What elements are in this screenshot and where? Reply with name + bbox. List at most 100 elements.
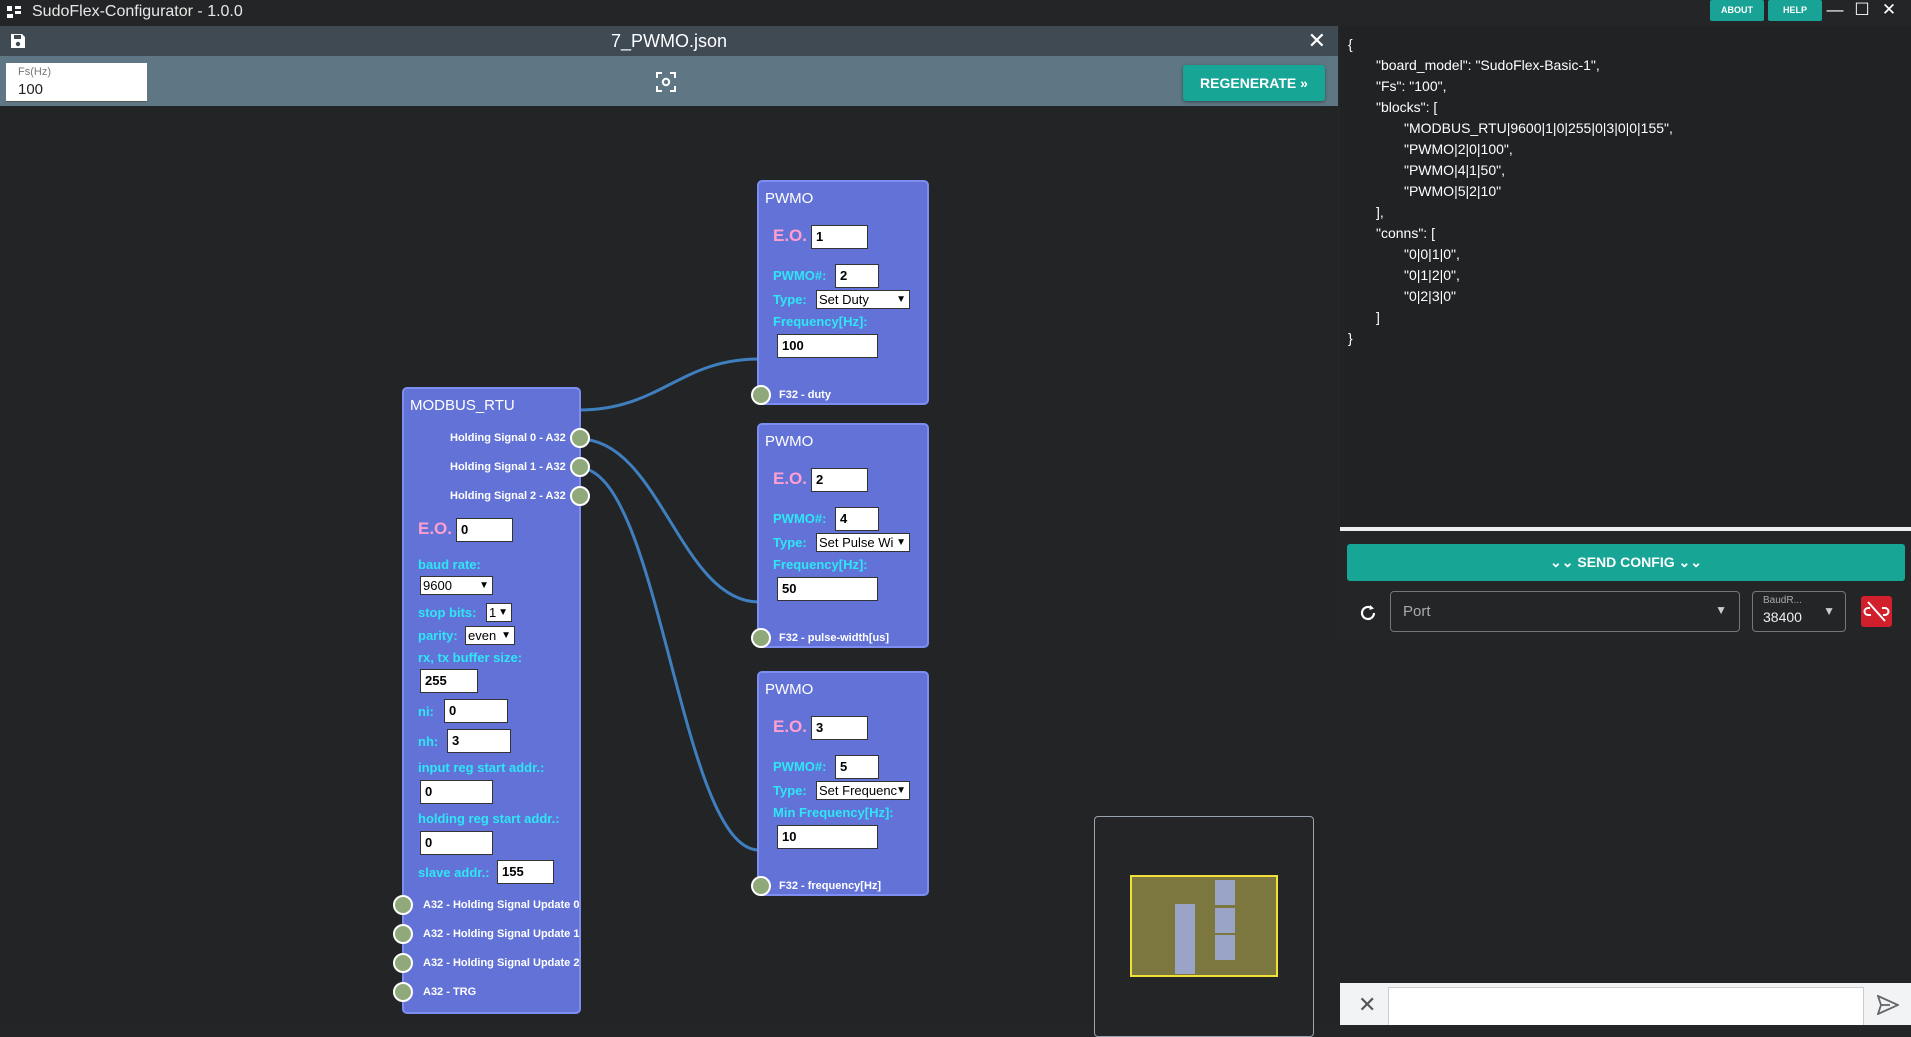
wire-1[interactable]: [578, 437, 760, 604]
type-select[interactable]: Set Duty ▼: [816, 290, 910, 309]
config-panel: { "board_model": "SudoFlex-Basic-1", "Fs…: [1340, 26, 1911, 1025]
json-line: ]: [1376, 309, 1380, 325]
holding-reg-label: holding reg start addr.:: [418, 811, 560, 826]
type-label: Type:: [773, 535, 807, 550]
chevron-down-icon: ▼: [1823, 604, 1835, 618]
refresh-icon[interactable]: [1357, 602, 1379, 624]
json-line: "board_model": "SudoFlex-Basic-1",: [1376, 57, 1600, 73]
json-line: "PWMO|4|1|50",: [1404, 162, 1505, 178]
port-placeholder: Port: [1403, 603, 1431, 620]
fs-field[interactable]: Fs(Hz) 100: [6, 63, 147, 102]
ni-label: ni:: [418, 704, 434, 719]
slave-addr-input[interactable]: 155: [497, 860, 554, 884]
maximize-button[interactable]: ☐: [1849, 0, 1875, 22]
file-bar: 7_PWMO.json ✕: [0, 26, 1338, 56]
input-socket[interactable]: [393, 953, 413, 973]
minimap-node: [1215, 908, 1235, 933]
input-socket[interactable]: [751, 876, 771, 896]
output-port-label: Holding Signal 1 - A32: [450, 461, 566, 473]
minimap-node: [1215, 935, 1235, 960]
output-socket[interactable]: [570, 428, 590, 448]
type-select[interactable]: Set Frequenc ▼: [816, 781, 910, 800]
input-port-label: A32 - Holding Signal Update 1: [423, 928, 580, 940]
buffer-size-input[interactable]: 255: [420, 669, 478, 693]
editor-panel: 7_PWMO.json ✕ Fs(Hz) 100 REGENERATE » MO…: [0, 26, 1338, 1037]
frequency-input[interactable]: 50: [777, 577, 878, 601]
pwmo-node[interactable]: PWMO E.O. 1 PWMO#: 2 Type: Set Duty ▼ Fre…: [751, 180, 929, 405]
eo-label: E.O.: [418, 519, 453, 538]
eo-input[interactable]: 1: [811, 225, 868, 249]
minimap-node: [1175, 904, 1195, 974]
serial-console: [1340, 638, 1911, 983]
eo-input[interactable]: 2: [811, 468, 868, 492]
frequency-label: Frequency[Hz]:: [773, 557, 868, 572]
wire-0[interactable]: [578, 357, 760, 412]
wire-2[interactable]: [578, 466, 760, 852]
pwmo-node[interactable]: PWMO E.O. 2 PWMO#: 4 Type: Set Pulse Wi ▼…: [751, 423, 929, 648]
pwmo-number-input[interactable]: 5: [835, 755, 879, 779]
output-socket[interactable]: [570, 486, 590, 506]
type-select[interactable]: Set Pulse Wi ▼: [816, 533, 910, 552]
panel-divider[interactable]: [1340, 527, 1911, 531]
input-socket[interactable]: [393, 982, 413, 1002]
nh-input[interactable]: 3: [447, 729, 511, 753]
send-config-button[interactable]: ⌄⌄ SEND CONFIG ⌄⌄: [1347, 544, 1905, 581]
baud-rate-select[interactable]: 9600 ▼: [420, 576, 493, 595]
minimap-node: [1215, 880, 1235, 905]
input-socket[interactable]: [393, 924, 413, 944]
input-reg-input[interactable]: 0: [420, 780, 493, 804]
stop-bits-select[interactable]: 1 ▼: [486, 603, 512, 622]
eo-label: E.O.: [773, 469, 808, 488]
input-socket[interactable]: [751, 628, 771, 648]
frequency-input[interactable]: 10: [777, 825, 878, 849]
type-value: Set Duty: [819, 292, 869, 307]
fs-label: Fs(Hz): [18, 66, 51, 78]
eo-input[interactable]: 3: [811, 716, 868, 740]
pwmo-number-label: PWMO#:: [773, 759, 827, 774]
fs-value[interactable]: 100: [18, 81, 43, 98]
pwmo-node[interactable]: PWMO E.O. 3 PWMO#: 5 Type: Set Frequenc ▼…: [751, 671, 929, 896]
parity-select[interactable]: even ▼: [465, 626, 515, 645]
frequency-input[interactable]: 100: [777, 334, 878, 358]
connect-button[interactable]: [1861, 596, 1892, 627]
holding-reg-input[interactable]: 0: [420, 831, 493, 855]
minimap[interactable]: [1094, 816, 1314, 1037]
about-button[interactable]: ABOUT: [1710, 0, 1764, 21]
minimize-button[interactable]: —: [1822, 0, 1848, 22]
minimap-viewport[interactable]: [1130, 875, 1278, 977]
pwmo-number-label: PWMO#:: [773, 268, 827, 283]
output-port-label: Holding Signal 2 - A32: [450, 490, 566, 502]
input-reg-label: input reg start addr.:: [418, 760, 545, 775]
input-socket[interactable]: [751, 385, 771, 405]
json-line: "PWMO|5|2|10": [1404, 183, 1502, 199]
input-port-label: F32 - duty: [779, 389, 831, 401]
eo-input[interactable]: 0: [456, 518, 513, 542]
double-chevron-down-icon: ⌄⌄: [1678, 554, 1702, 570]
regenerate-button[interactable]: REGENERATE »: [1183, 65, 1325, 101]
port-select[interactable]: Port ▼: [1390, 591, 1740, 632]
pwmo-number-input[interactable]: 4: [835, 507, 879, 531]
type-label: Type:: [773, 292, 807, 307]
output-socket[interactable]: [570, 457, 590, 477]
baud-rate-label: baud rate:: [418, 557, 481, 572]
send-icon[interactable]: [1877, 995, 1899, 1015]
modbus-rtu-node[interactable]: MODBUS_RTU Holding Signal 0 - A32 Holdin…: [393, 387, 590, 1014]
focus-icon[interactable]: [655, 71, 677, 93]
chevron-down-icon: ▼: [896, 294, 906, 305]
json-line: "0|2|3|0": [1404, 288, 1456, 304]
help-button[interactable]: HELP: [1768, 0, 1822, 21]
node-canvas[interactable]: MODBUS_RTU Holding Signal 0 - A32 Holdin…: [0, 106, 1338, 1037]
input-socket[interactable]: [393, 895, 413, 915]
json-line: }: [1348, 330, 1353, 346]
close-window-button[interactable]: ✕: [1876, 0, 1902, 22]
baud-select[interactable]: BaudR... 38400 ▼: [1752, 591, 1846, 632]
ni-input[interactable]: 0: [444, 699, 508, 723]
close-icon[interactable]: ✕: [1308, 28, 1326, 54]
chevron-down-icon: ▼: [1715, 603, 1727, 617]
pwmo-number-input[interactable]: 2: [835, 264, 879, 288]
json-line: "MODBUS_RTU|9600|1|0|255|0|3|0|0|155",: [1404, 120, 1673, 136]
frequency-label: Min Frequency[Hz]:: [773, 805, 894, 820]
close-icon[interactable]: ✕: [1358, 992, 1376, 1018]
command-input[interactable]: [1388, 987, 1864, 1025]
title-bar: SudoFlex-Configurator - 1.0.0 ABOUT HELP…: [0, 0, 1911, 26]
